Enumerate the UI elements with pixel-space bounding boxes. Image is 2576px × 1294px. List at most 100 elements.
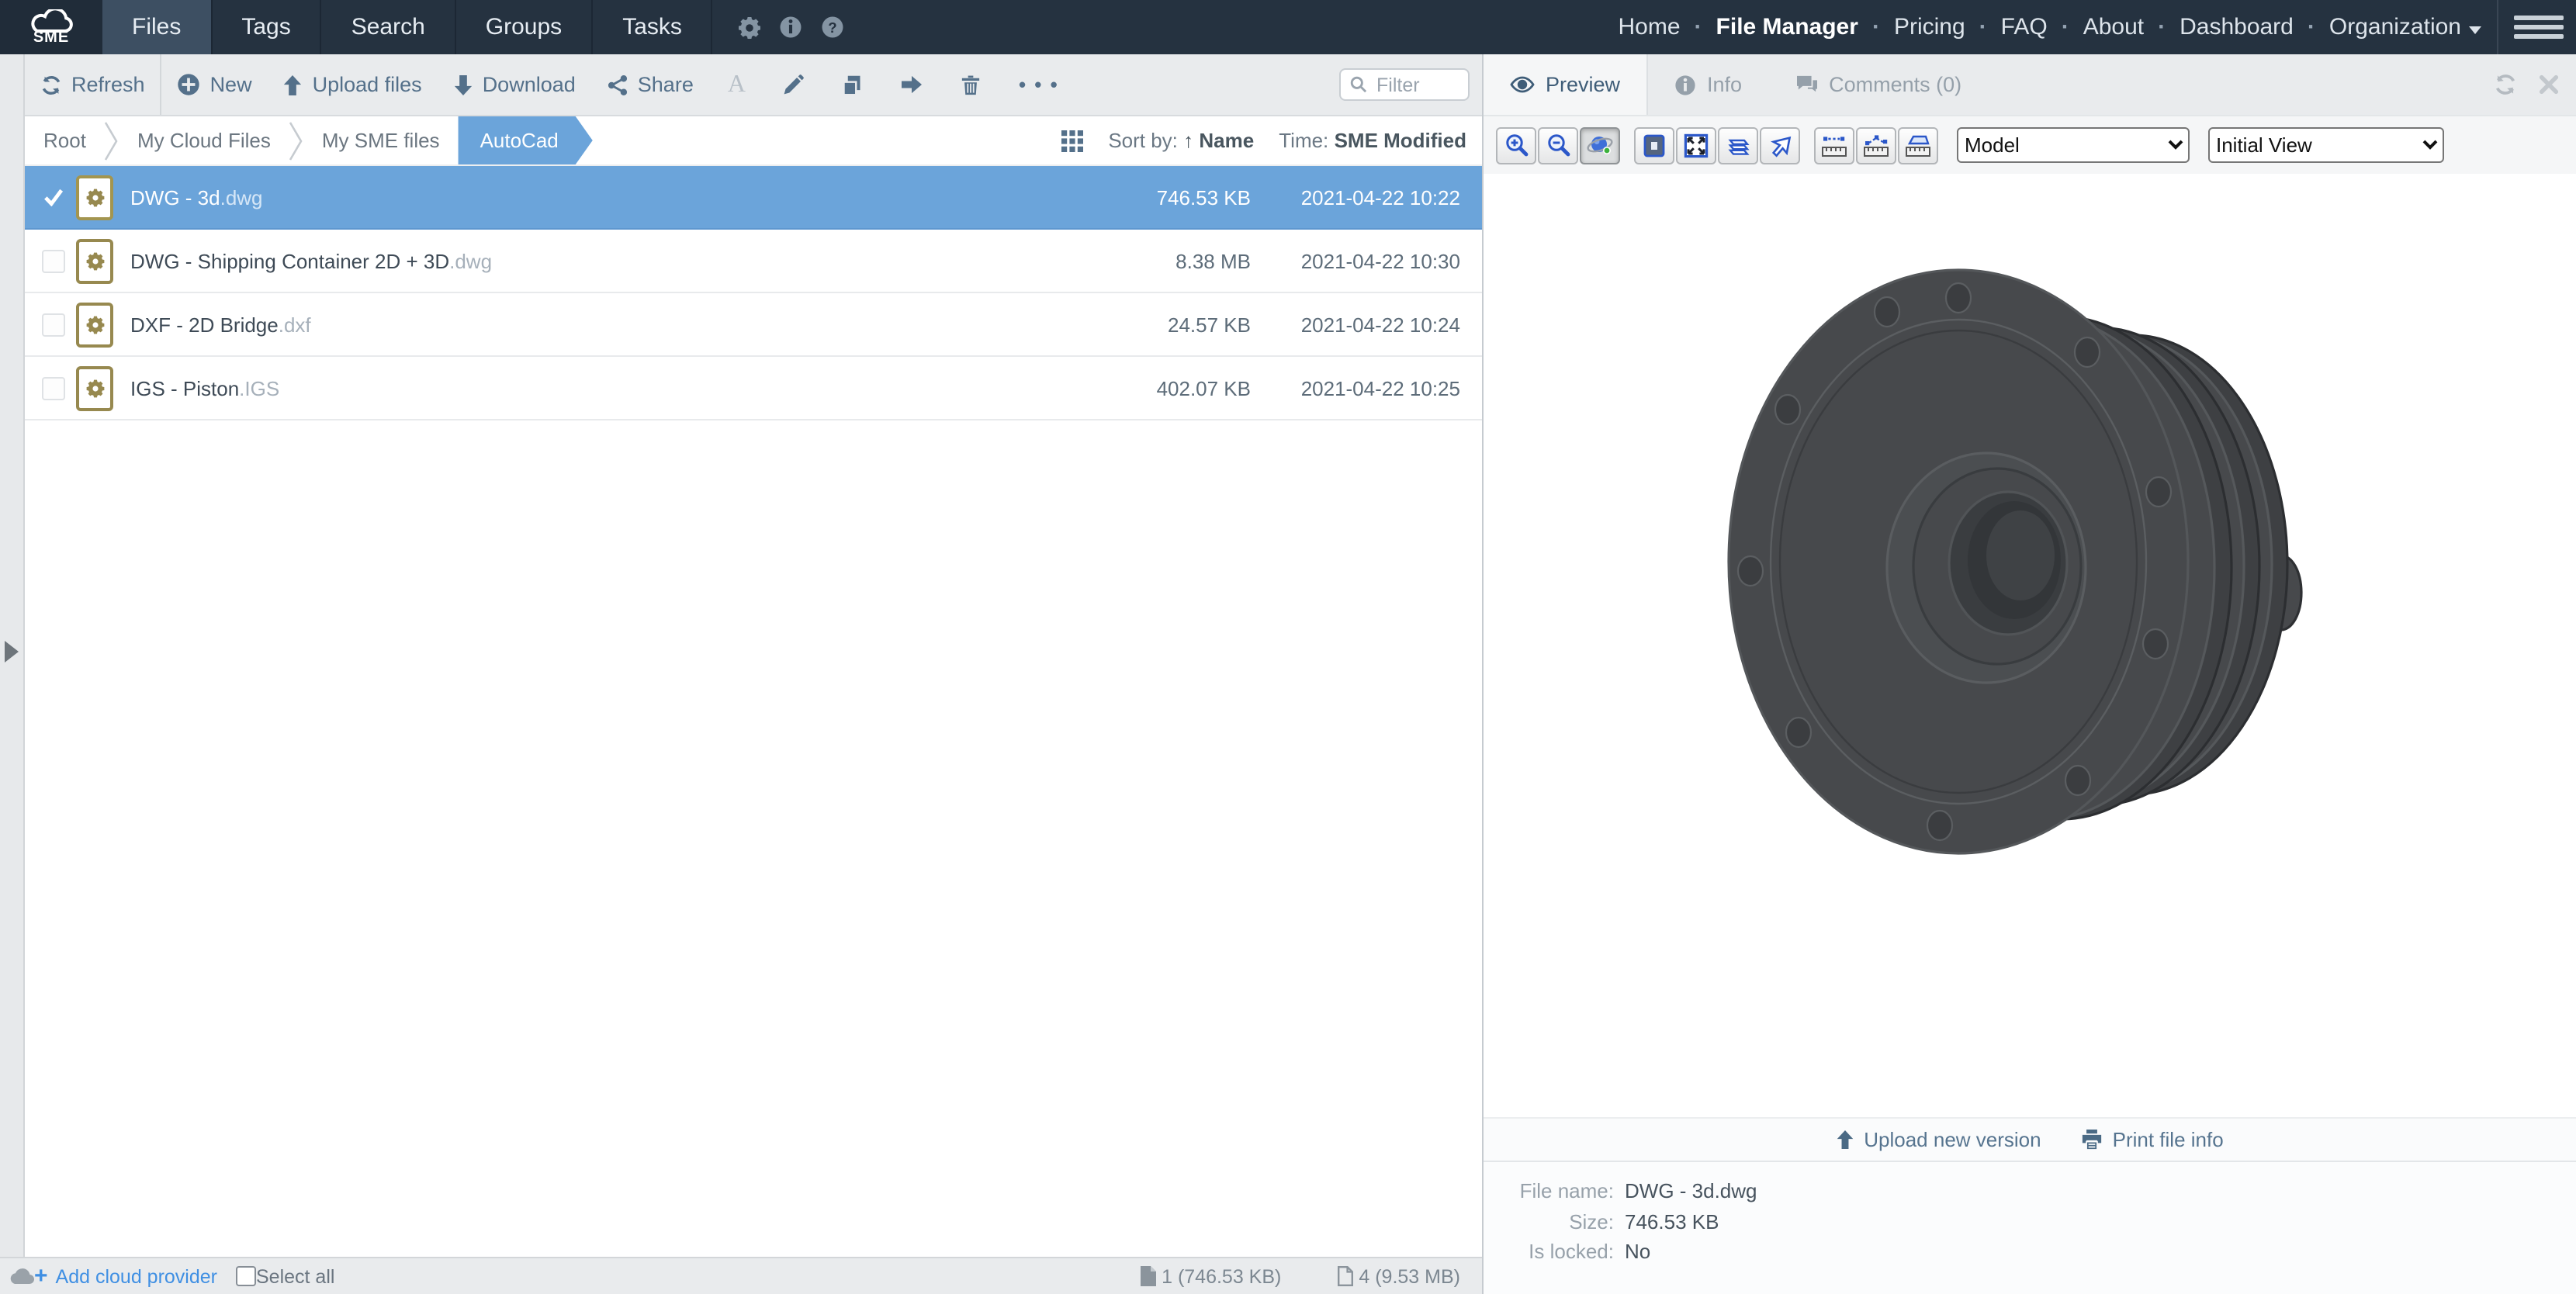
sme-logo[interactable]: SME (0, 0, 102, 54)
fit-extents-button[interactable] (1634, 126, 1674, 164)
separator-dot: · (1872, 14, 1880, 40)
link-organization[interactable]: Organization (2329, 14, 2481, 40)
nav-item-tasks[interactable]: Tasks (593, 0, 713, 54)
organization-label: Organization (2329, 14, 2461, 40)
link-pricing[interactable]: Pricing (1894, 14, 1965, 40)
upload-new-version-button[interactable]: Upload new version (1836, 1128, 2041, 1151)
download-button[interactable]: Download (438, 54, 591, 115)
printer-icon (2082, 1130, 2103, 1150)
refresh-preview-icon[interactable] (2494, 73, 2517, 96)
refresh-icon (40, 74, 62, 95)
select-all-checkbox[interactable] (236, 1266, 256, 1286)
orbit-3d-button[interactable] (1580, 126, 1620, 164)
time-label: Time: (1279, 129, 1328, 152)
breadcrumb-autocad-current[interactable]: AutoCad (459, 116, 593, 164)
help-icon[interactable]: ? (812, 0, 854, 54)
copy-button[interactable] (823, 54, 882, 115)
selection-counters: 1 (746.53 KB) 4 (9.53 MB) (1140, 1265, 1460, 1287)
tab-label: Info (1707, 73, 1742, 96)
more-options-button[interactable]: • • • (1000, 54, 1078, 115)
time-value: SME Modified (1335, 129, 1466, 152)
file-row[interactable]: DXF - 2D Bridge.dxf 24.57 KB 2021-04-22 … (25, 293, 1482, 357)
link-faq[interactable]: FAQ (2001, 14, 2048, 40)
file-row[interactable]: IGS - Piston.IGS 402.07 KB 2021-04-22 10… (25, 357, 1482, 420)
separator-dot: · (1979, 14, 1987, 40)
link-dashboard[interactable]: Dashboard (2180, 14, 2294, 40)
zoom-in-button[interactable] (1496, 126, 1536, 164)
viewer-toolbar: Model Initial View (1484, 116, 2576, 174)
nav-item-groups[interactable]: Groups (456, 0, 593, 54)
measure-distance-button[interactable] (1814, 126, 1854, 164)
refresh-button[interactable]: Refresh (25, 54, 161, 115)
close-icon[interactable] (2539, 74, 2559, 95)
file-row[interactable]: DWG - 3d.dwg 746.53 KB 2021-04-22 10:22 (25, 166, 1482, 230)
breadcrumb-root[interactable]: Root (25, 129, 105, 152)
share-label: Share (638, 73, 694, 96)
link-about[interactable]: About (2083, 14, 2144, 40)
delete-button[interactable] (943, 54, 1000, 115)
file-row[interactable]: DWG - Shipping Container 2D + 3D.dwg 8.3… (25, 230, 1482, 293)
time-column-control[interactable]: Time: SME Modified (1279, 129, 1466, 152)
view-select[interactable]: Initial View (2208, 127, 2444, 163)
file-solid-icon (1140, 1266, 1155, 1286)
share-button[interactable]: Share (591, 54, 709, 115)
file-extension: .dwg (449, 249, 492, 272)
model-space-select[interactable]: Model (1957, 127, 2190, 163)
file-extension: .dwg (220, 185, 263, 209)
sidebar-collapsed-rail (0, 54, 25, 1258)
nav-item-files[interactable]: Files (102, 0, 212, 54)
row-checkbox[interactable] (41, 249, 64, 272)
grid-view-icon[interactable] (1061, 130, 1083, 151)
row-checkbox[interactable] (41, 376, 64, 400)
upload-arrow-icon (283, 74, 303, 95)
new-label: New (210, 73, 252, 96)
link-home[interactable]: Home (1619, 14, 1681, 40)
zoom-out-button[interactable] (1538, 126, 1578, 164)
breadcrumb-my-sme-files[interactable]: My SME files (303, 129, 459, 152)
move-button[interactable] (882, 54, 943, 115)
sort-control[interactable]: Sort by: ↑ Name (1108, 129, 1254, 152)
breadcrumb-my-cloud-files[interactable]: My Cloud Files (119, 129, 289, 152)
file-toolbar: Refresh New Upload files Download S (25, 54, 1482, 116)
tab-info[interactable]: Info (1648, 54, 1768, 115)
row-checkbox-checked[interactable] (39, 188, 67, 206)
add-cloud-provider-link[interactable]: + Add cloud provider (34, 1265, 217, 1288)
edit-button[interactable] (764, 54, 823, 115)
row-checkbox[interactable] (41, 313, 64, 336)
ellipsis-icon: • • • (1019, 73, 1059, 96)
rename-font-button[interactable]: A (709, 54, 764, 115)
print-file-info-button[interactable]: Print file info (2082, 1128, 2224, 1151)
hamburger-menu-icon[interactable] (2514, 0, 2564, 54)
new-button[interactable]: New (162, 54, 268, 115)
layers-button[interactable] (1718, 126, 1758, 164)
nav-item-search[interactable]: Search (322, 0, 456, 54)
measure-controls (1814, 126, 1938, 164)
select-cursor-button[interactable] (1760, 126, 1800, 164)
filter-box (1339, 68, 1470, 101)
model-viewport[interactable] (1484, 174, 2576, 1117)
filter-input[interactable] (1373, 72, 1459, 97)
font-icon: A (728, 72, 746, 97)
tab-preview[interactable]: Preview (1484, 54, 1648, 115)
sort-ascending-icon: ↑ (1183, 129, 1193, 152)
link-file-manager[interactable]: File Manager (1716, 14, 1858, 40)
sort-label: Sort by: (1108, 129, 1178, 152)
nav-label: Tasks (622, 14, 682, 40)
tab-comments[interactable]: Comments (0) (1768, 54, 1988, 115)
nav-label: Search (351, 14, 425, 40)
sort-value: Name (1199, 129, 1254, 152)
measure-area-button[interactable] (1898, 126, 1938, 164)
expand-sidebar-toggle[interactable] (5, 641, 19, 663)
app-window: SME Files Tags Search Groups Tasks ? Hom… (0, 0, 2576, 1294)
nav-label: Tags (241, 14, 290, 40)
fit-window-button[interactable] (1676, 126, 1716, 164)
nav-item-tags[interactable]: Tags (212, 0, 321, 54)
detail-value-file-name: DWG - 3d.dwg (1625, 1176, 1757, 1206)
file-outline-icon (1337, 1266, 1352, 1286)
settings-gear-icon[interactable] (729, 0, 770, 54)
info-icon[interactable] (770, 0, 812, 54)
upload-label: Upload files (313, 73, 422, 96)
separator-dot: · (2308, 14, 2315, 40)
measure-angle-button[interactable] (1856, 126, 1896, 164)
upload-files-button[interactable]: Upload files (268, 54, 438, 115)
